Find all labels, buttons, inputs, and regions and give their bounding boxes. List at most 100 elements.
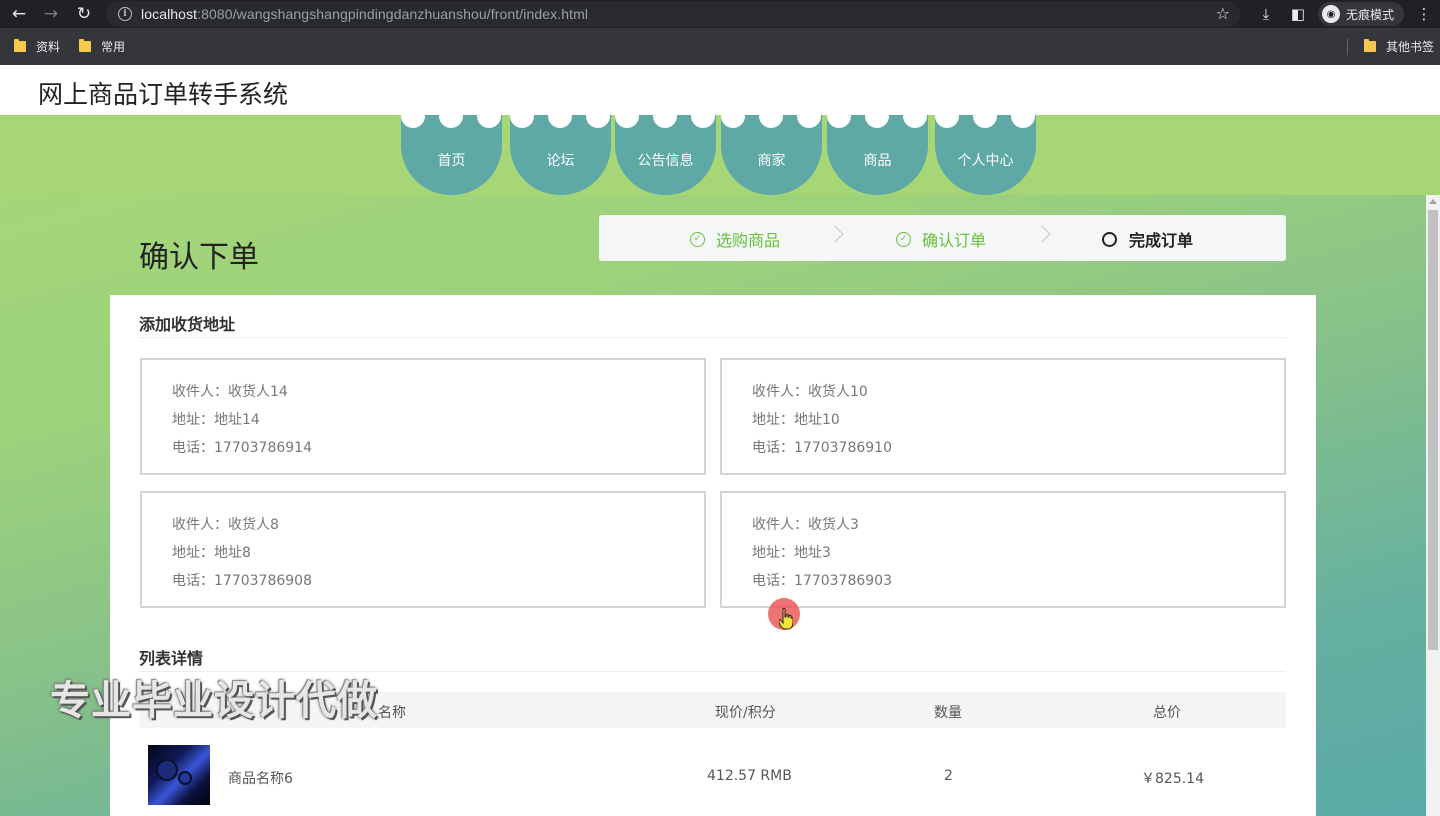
chevron-right-icon: [826, 225, 844, 243]
folder-icon: [14, 39, 26, 52]
address-bar[interactable]: i localhost:8080/wangshangshangpindingda…: [106, 1, 1240, 27]
order-panel: 添加收货地址 收件人：收货人14 地址：地址14 电话：17703786914 …: [110, 295, 1316, 816]
step-complete-order: 完成订单: [1102, 227, 1193, 251]
nav-scallop: [721, 104, 745, 128]
address-card[interactable]: 收件人：收货人3 地址：地址3 电话：17703786903: [720, 491, 1286, 608]
step-confirm-order: ✓ 确认订单: [896, 227, 986, 251]
step-label: 确认订单: [922, 231, 987, 250]
column-header-price: 现价/积分: [715, 705, 776, 721]
address-card[interactable]: 收件人：收货人14 地址：地址14 电话：17703786914: [140, 358, 706, 475]
incognito-badge[interactable]: ◉ 无痕模式: [1317, 2, 1404, 26]
step-label: 选购商品: [716, 231, 781, 250]
nav-scallop: [797, 104, 821, 128]
address-phone: 电话：17703786914: [172, 440, 312, 456]
list-section-title: 列表详情: [139, 649, 204, 668]
bookmark-label: 资料: [36, 40, 61, 54]
product-image: [148, 745, 210, 805]
other-bookmarks-label: 其他书签: [1386, 40, 1435, 54]
hand-cursor-icon: [779, 608, 793, 630]
site-info-icon[interactable]: i: [118, 7, 132, 21]
incognito-icon: ◉: [1321, 5, 1340, 23]
nav-scallop: [827, 104, 851, 128]
nav-label: 公告信息: [637, 153, 694, 169]
scroll-thumb[interactable]: [1428, 210, 1438, 650]
folder-icon: [79, 39, 91, 52]
nav-scallop: [510, 104, 534, 128]
bookmarks-divider: [1347, 38, 1348, 55]
site-header: 网上商品订单转手系统: [0, 65, 1440, 115]
nav-scallop: [973, 104, 997, 128]
bookmarks-bar: 资料 常用 其他书签: [0, 28, 1440, 65]
address-recipient: 收件人：收货人3: [752, 517, 859, 533]
product-name: 商品名称6: [228, 771, 293, 787]
product-price: 412.57 RMB: [707, 768, 792, 784]
nav-scallop: [439, 104, 463, 128]
nav-scallop: [759, 104, 783, 128]
divider: [139, 337, 1286, 338]
nav-scallop: [1011, 104, 1035, 128]
nav-scallop: [548, 104, 572, 128]
address-recipient: 收件人：收货人10: [752, 384, 868, 400]
other-bookmarks[interactable]: 其他书签: [1364, 38, 1434, 55]
address-phone: 电话：17703786908: [172, 573, 312, 589]
site-title[interactable]: 网上商品订单转手系统: [38, 75, 288, 111]
product-quantity: 2: [944, 768, 953, 784]
nav-label: 论坛: [546, 153, 575, 169]
nav-label: 首页: [437, 153, 466, 169]
check-circle-icon: ✓: [896, 231, 911, 247]
back-icon[interactable]: ←: [8, 3, 30, 25]
address-line: 地址：地址10: [752, 412, 840, 428]
reload-icon[interactable]: ↻: [73, 3, 95, 25]
nav-scallop: [903, 104, 927, 128]
folder-icon: [1364, 39, 1376, 52]
watermark-text: 专业毕业设计代做: [50, 678, 378, 724]
nav-scallop: [865, 104, 889, 128]
order-steps: ✓ 选购商品 ✓ 确认订单 完成订单: [599, 215, 1286, 261]
address-phone: 电话：17703786910: [752, 440, 892, 456]
url-host: localhost: [141, 6, 198, 22]
address-card[interactable]: 收件人：收货人8 地址：地址8 电话：17703786908: [140, 491, 706, 608]
scroll-up-arrow-icon[interactable]: [1429, 199, 1437, 204]
menu-icon[interactable]: ⋮: [1408, 0, 1440, 28]
download-icon[interactable]: ⤓: [1250, 0, 1282, 28]
bookmark-folder[interactable]: 常用: [79, 38, 125, 55]
nav-label: 商家: [757, 153, 786, 169]
column-header-quantity: 数量: [934, 705, 962, 721]
nav-scallop: [401, 104, 425, 128]
bookmark-label: 常用: [101, 40, 126, 54]
step-label: 完成订单: [1129, 231, 1194, 250]
nav-band: [0, 115, 1440, 195]
url-text[interactable]: localhost:8080/wangshangshangpindingdanz…: [141, 6, 588, 22]
nav-scallop: [477, 104, 501, 128]
address-line: 地址：地址14: [172, 412, 260, 428]
nav-label: 商品: [863, 153, 892, 169]
page-title: 确认下单: [139, 240, 259, 275]
address-line: 地址：地址8: [172, 545, 251, 561]
browser-toolbar: ← → ↻ i localhost:8080/wangshangshangpin…: [0, 0, 1440, 28]
address-recipient: 收件人：收货人14: [172, 384, 288, 400]
address-section-title: 添加收货地址: [139, 315, 236, 334]
nav-scallop: [615, 104, 639, 128]
column-header-name: 名称: [378, 705, 406, 721]
address-card[interactable]: 收件人：收货人10 地址：地址10 电话：17703786910: [720, 358, 1286, 475]
forward-icon[interactable]: →: [40, 3, 62, 25]
product-image-detail: [156, 759, 178, 781]
nav-scallop: [935, 104, 959, 128]
page-scrollbar[interactable]: [1426, 195, 1440, 816]
address-phone: 电话：17703786903: [752, 573, 892, 589]
side-panel-icon[interactable]: ◧: [1282, 0, 1314, 28]
circle-icon: [1102, 231, 1117, 247]
product-total: ￥825.14: [1141, 771, 1204, 787]
nav-scallop: [586, 104, 610, 128]
bookmark-star-icon[interactable]: ☆: [1216, 4, 1230, 23]
column-header-total: 总价: [1153, 705, 1181, 721]
nav-scallop: [691, 104, 715, 128]
nav-label: 个人中心: [957, 153, 1014, 169]
chevron-right-icon: [1033, 225, 1051, 243]
url-path: :8080/wangshangshangpindingdanzhuanshou/…: [197, 6, 589, 22]
step-select-goods: ✓ 选购商品: [690, 227, 780, 251]
check-circle-icon: ✓: [690, 231, 705, 247]
bookmark-folder[interactable]: 资料: [14, 38, 60, 55]
address-line: 地址：地址3: [752, 545, 831, 561]
product-image-detail: [178, 771, 192, 785]
